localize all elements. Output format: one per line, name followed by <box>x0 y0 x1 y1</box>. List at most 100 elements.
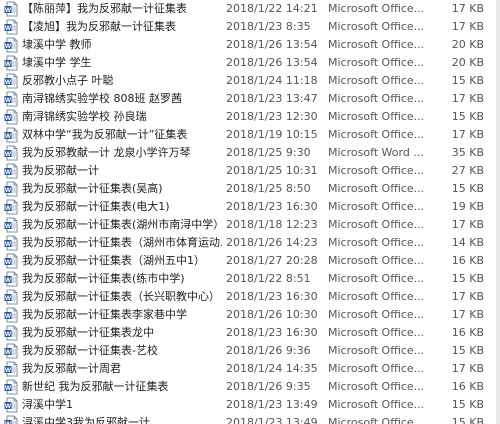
file-name-cell[interactable]: W 我为反邪献一计 <box>4 162 222 180</box>
word-document-icon: W <box>4 199 18 215</box>
file-name-cell[interactable]: W 【凌旭】我为反邪献一计征集表 <box>4 18 222 36</box>
file-name-cell[interactable]: W 我为反邪献一计征集表龙中 <box>4 324 222 342</box>
file-name-cell[interactable]: W 埭溪中学 学生 <box>4 54 222 72</box>
file-name-cell[interactable]: W 新世纪 我为反邪献一计征集表 <box>4 378 222 396</box>
file-type: Microsoft Office... <box>328 218 425 231</box>
file-date-modified: 2018/1/25 10:31 <box>226 164 318 177</box>
file-name-cell[interactable]: W 浔溪中学1 <box>4 396 222 414</box>
file-size: 16 KB <box>451 326 484 339</box>
scrollbar-track[interactable] <box>496 0 500 424</box>
file-row[interactable]: W 新世纪 我为反邪献一计征集表 2018/1/26 9:35 Microsoft O… <box>0 378 500 396</box>
file-date-modified: 2018/1/23 12:30 <box>226 110 318 123</box>
file-row[interactable]: W 南浔锦绣实验学校 808班 赵罗茜 2018/1/23 13:47 Microso… <box>0 90 500 108</box>
file-name: 我为反邪献一计周君 <box>22 362 121 375</box>
word-document-icon: W <box>4 397 18 413</box>
file-name-cell[interactable]: W 双林中学“我为反邪献一计”征集表 <box>4 126 222 144</box>
file-row[interactable]: W 我为反邪献一计征集表-艺校 2018/1/26 9:36 Microsoft Of… <box>0 342 500 360</box>
file-row[interactable]: W 我为反邪献一计征集表(练市中学) 2018/1/22 8:51 Microsoft… <box>0 270 500 288</box>
file-name-cell[interactable]: W 反邪教小点子 叶聪 <box>4 72 222 90</box>
file-size: 17 KB <box>451 20 484 33</box>
file-name-cell[interactable]: W 我为反邪献一计征集表（湖州市体育运动... <box>4 234 222 252</box>
file-row[interactable]: W 我为反邪献一计征集表李家巷中学 2018/1/26 10:30 Microsoft… <box>0 306 500 324</box>
file-name-cell[interactable]: W 【陈丽萍】我为反邪献一计征集表 <box>4 0 222 18</box>
file-size: 17 KB <box>451 2 484 15</box>
word-document-icon: W <box>4 1 18 17</box>
file-date-modified: 2018/1/24 14:35 <box>226 362 318 375</box>
file-name-cell[interactable]: W 埭溪中学 教师 <box>4 36 222 54</box>
file-row[interactable]: W 浔溪中学3我为反邪献一计 2018/1/23 13:49 Microsoft Of… <box>0 414 500 424</box>
word-document-icon: W <box>4 19 18 35</box>
svg-text:W: W <box>5 259 12 266</box>
file-list: W 【陈丽萍】我为反邪献一计征集表 2018/1/22 14:21 Microsoft… <box>0 0 500 424</box>
file-name-cell[interactable]: W 南浔锦绣实验学校 孙良瑞 <box>4 108 222 126</box>
file-type: Microsoft Office... <box>328 344 425 357</box>
file-name-cell[interactable]: W 我为反邪献一计征集表(练市中学) <box>4 270 222 288</box>
file-name-cell[interactable]: W 我为反邪献一计征集表李家巷中学 <box>4 306 222 324</box>
word-document-icon: W <box>4 55 18 71</box>
file-date-modified: 2018/1/26 9:35 <box>226 380 311 393</box>
file-row[interactable]: W 反邪教小点子 叶聪 2018/1/24 11:18 Microsoft Offic… <box>0 72 500 90</box>
file-name-cell[interactable]: W 我为反邪献一计征集表（长兴职教中心） <box>4 288 222 306</box>
file-date-modified: 2018/1/25 9:30 <box>226 146 311 159</box>
svg-text:W: W <box>5 187 12 194</box>
file-row[interactable]: W 【凌旭】我为反邪献一计征集表 2018/1/23 8:35 Microsoft O… <box>0 18 500 36</box>
svg-text:W: W <box>5 25 12 32</box>
svg-text:W: W <box>5 313 12 320</box>
file-name-cell[interactable]: W 我为反邪教献一计 龙泉小学许万琴 <box>4 144 222 162</box>
file-type: Microsoft Office... <box>328 236 425 249</box>
file-row[interactable]: W 我为反邪献一计 2018/1/25 10:31 Microsoft Office.… <box>0 162 500 180</box>
file-row[interactable]: W 我为反邪献一计征集表（湖州市体育运动... 2018/1/26 14:23 Mic… <box>0 234 500 252</box>
file-name-cell[interactable]: W 我为反邪献一计周君 <box>4 360 222 378</box>
file-date-modified: 2018/1/27 20:28 <box>226 254 318 267</box>
file-row[interactable]: W 浔溪中学1 2018/1/23 13:49 Microsoft Office...… <box>0 396 500 414</box>
file-size: 16 KB <box>451 380 484 393</box>
file-row[interactable]: W 我为反邪献一计征集表(电大1) 2018/1/23 16:30 Microsoft… <box>0 198 500 216</box>
file-row[interactable]: W 我为反邪献一计征集表（湖州五中1） 2018/1/27 20:28 Microso… <box>0 252 500 270</box>
file-name-cell[interactable]: W 我为反邪献一计征集表(吴高) <box>4 180 222 198</box>
file-date-modified: 2018/1/22 14:21 <box>226 2 318 15</box>
file-row[interactable]: W 【陈丽萍】我为反邪献一计征集表 2018/1/22 14:21 Microsoft… <box>0 0 500 18</box>
file-type: Microsoft Office... <box>328 128 425 141</box>
file-row[interactable]: W 南浔锦绣实验学校 孙良瑞 2018/1/23 12:30 Microsoft Of… <box>0 108 500 126</box>
file-name-cell[interactable]: W 浔溪中学3我为反邪献一计 <box>4 414 222 424</box>
file-date-modified: 2018/1/23 16:30 <box>226 290 318 303</box>
file-size: 19 KB <box>451 200 484 213</box>
file-size: 20 KB <box>451 38 484 51</box>
file-date-modified: 2018/1/24 11:18 <box>226 74 318 87</box>
file-name: 新世纪 我为反邪献一计征集表 <box>22 380 169 393</box>
file-row[interactable]: W 我为反邪献一计征集表（长兴职教中心） 2018/1/23 16:30 Micros… <box>0 288 500 306</box>
file-date-modified: 2018/1/26 10:30 <box>226 308 318 321</box>
svg-text:W: W <box>5 277 12 284</box>
file-row[interactable]: W 我为反邪献一计周君 2018/1/24 14:35 Microsoft Offic… <box>0 360 500 378</box>
file-name: 南浔锦绣实验学校 孙良瑞 <box>22 110 147 123</box>
file-name-cell[interactable]: W 南浔锦绣实验学校 808班 赵罗茜 <box>4 90 222 108</box>
file-row[interactable]: W 我为反邪献一计征集表(湖州市南浔中学） 2018/1/18 12:23 Micro… <box>0 216 500 234</box>
svg-text:W: W <box>5 223 12 230</box>
svg-text:W: W <box>5 43 12 50</box>
svg-text:W: W <box>5 61 12 68</box>
svg-text:W: W <box>5 385 12 392</box>
file-row[interactable]: W 我为反邪献一计征集表(吴高) 2018/1/25 8:50 Microsoft O… <box>0 180 500 198</box>
file-name-cell[interactable]: W 我为反邪献一计征集表-艺校 <box>4 342 222 360</box>
svg-text:W: W <box>5 367 12 374</box>
file-name: 【凌旭】我为反邪献一计征集表 <box>22 20 176 33</box>
file-size: 15 KB <box>451 110 484 123</box>
file-type: Microsoft Office... <box>328 182 425 195</box>
file-name-cell[interactable]: W 我为反邪献一计征集表（湖州五中1） <box>4 252 222 270</box>
file-date-modified: 2018/1/23 13:49 <box>226 416 318 424</box>
word-document-icon: W <box>4 379 18 395</box>
file-row[interactable]: W 我为反邪献一计征集表龙中 2018/1/23 16:30 Microsoft Of… <box>0 324 500 342</box>
file-name-cell[interactable]: W 我为反邪献一计征集表(湖州市南浔中学） <box>4 216 222 234</box>
file-row[interactable]: W 我为反邪教献一计 龙泉小学许万琴 2018/1/25 9:30 Microsoft… <box>0 144 500 162</box>
file-row[interactable]: W 埭溪中学 学生 2018/1/26 13:54 Microsoft Office.… <box>0 54 500 72</box>
file-name: 双林中学“我为反邪献一计”征集表 <box>22 128 188 141</box>
file-size: 15 KB <box>451 272 484 285</box>
file-date-modified: 2018/1/23 8:35 <box>226 20 311 33</box>
file-name: 我为反邪献一计征集表(练市中学) <box>22 272 185 285</box>
file-type: Microsoft Office... <box>328 416 425 424</box>
file-size: 17 KB <box>451 92 484 105</box>
file-type: Microsoft Office... <box>328 74 425 87</box>
file-name-cell[interactable]: W 我为反邪献一计征集表(电大1) <box>4 198 222 216</box>
file-row[interactable]: W 埭溪中学 教师 2018/1/26 13:54 Microsoft Office.… <box>0 36 500 54</box>
file-row[interactable]: W 双林中学“我为反邪献一计”征集表 2018/1/19 10:15 Microsof… <box>0 126 500 144</box>
